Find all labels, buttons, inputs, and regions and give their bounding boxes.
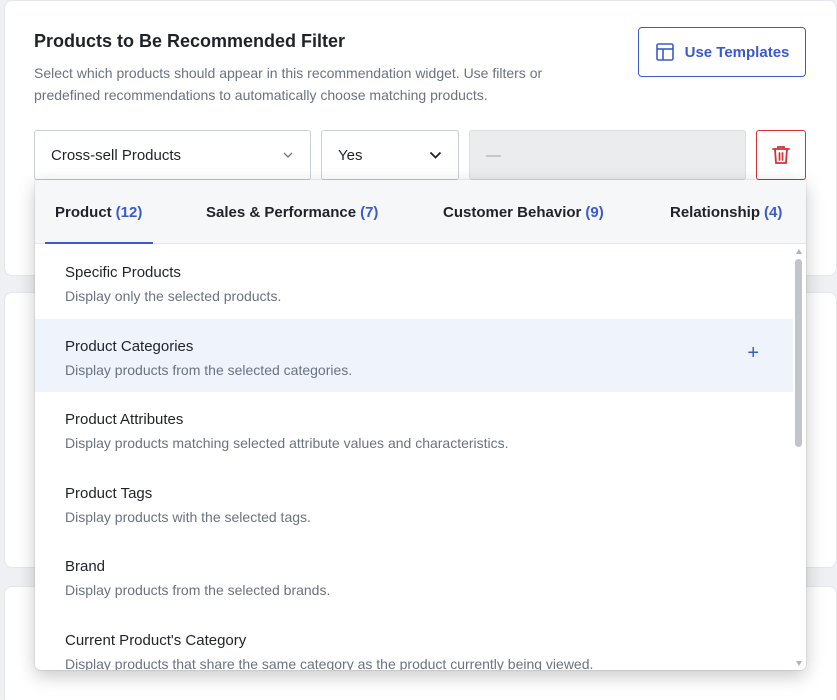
scroll-down-arrow-icon[interactable] (796, 661, 802, 666)
category-tabs: Product (12) Sales & Performance (7) Cus… (35, 180, 806, 244)
option-description: Display products that share the same cat… (65, 655, 594, 670)
section-description: Select which products should appear in t… (34, 65, 543, 103)
use-templates-button[interactable]: Use Templates (638, 27, 806, 77)
filter-type-value: Cross-sell Products (51, 146, 182, 164)
option-name: Brand (65, 558, 106, 576)
tab-count: (9) (585, 203, 604, 221)
option-name: Current Product's Category (65, 631, 247, 649)
tab-label: Product (55, 203, 112, 221)
list-item[interactable]: Product Tags Display products with the s… (35, 466, 793, 540)
list-item[interactable]: Brand Display products from the selected… (35, 539, 793, 613)
section-title: Products to Be Recommended Filter (34, 31, 346, 51)
list-item[interactable]: Product Categories Display products from… (35, 318, 793, 393)
condition-select[interactable]: Yes (321, 130, 459, 180)
tab-label: Sales & Performance (206, 203, 357, 221)
chevron-down-icon (429, 151, 442, 159)
option-name: Product Tags (65, 484, 153, 502)
list-item[interactable]: Specific Products Display only the selec… (35, 245, 793, 319)
option-description: Display products from the selected brand… (65, 582, 331, 599)
scroll-up-arrow-icon[interactable] (796, 249, 802, 254)
tab-sales-performance[interactable]: Sales & Performance (7) (206, 180, 378, 244)
option-description: Display products from the selected categ… (65, 361, 353, 378)
tab-count: (7) (360, 203, 379, 221)
list-item[interactable]: Product Attributes Display products matc… (35, 392, 793, 466)
option-name: Product Attributes (65, 411, 184, 429)
filter-value-placeholder: — (486, 146, 501, 164)
active-tab-indicator (45, 242, 153, 244)
plus-icon[interactable]: + (747, 343, 759, 363)
option-name: Product Categories (65, 337, 194, 355)
list-item[interactable]: Current Product's Category Display produ… (35, 613, 793, 670)
scrollbar-thumb[interactable] (795, 259, 802, 447)
tab-label: Relationship (670, 203, 761, 221)
delete-filter-button[interactable] (756, 130, 806, 180)
filter-type-select[interactable]: Cross-sell Products (34, 130, 311, 180)
option-description: Display products with the selected tags. (65, 508, 311, 525)
template-icon (655, 43, 674, 61)
filter-options-dropdown: Product (12) Sales & Performance (7) Cus… (35, 180, 806, 670)
tab-label: Customer Behavior (443, 203, 582, 221)
condition-value: Yes (338, 146, 363, 164)
option-description: Display products matching selected attri… (65, 435, 509, 452)
tab-product[interactable]: Product (12) (55, 180, 142, 244)
filter-value-input[interactable]: — (469, 130, 746, 180)
tab-relationship[interactable]: Relationship (4) (670, 180, 782, 244)
chevron-down-icon (282, 151, 294, 159)
option-description: Display only the selected products. (65, 288, 282, 304)
tab-count: (12) (115, 203, 143, 221)
trash-icon (772, 146, 790, 164)
option-name: Specific Products (65, 264, 181, 281)
scrollbar[interactable] (793, 245, 806, 670)
tab-customer-behavior[interactable]: Customer Behavior (9) (443, 180, 604, 244)
use-templates-label: Use Templates (684, 43, 790, 61)
filter-options-list: Specific Products Display only the selec… (35, 245, 793, 670)
tab-count: (4) (764, 203, 783, 221)
